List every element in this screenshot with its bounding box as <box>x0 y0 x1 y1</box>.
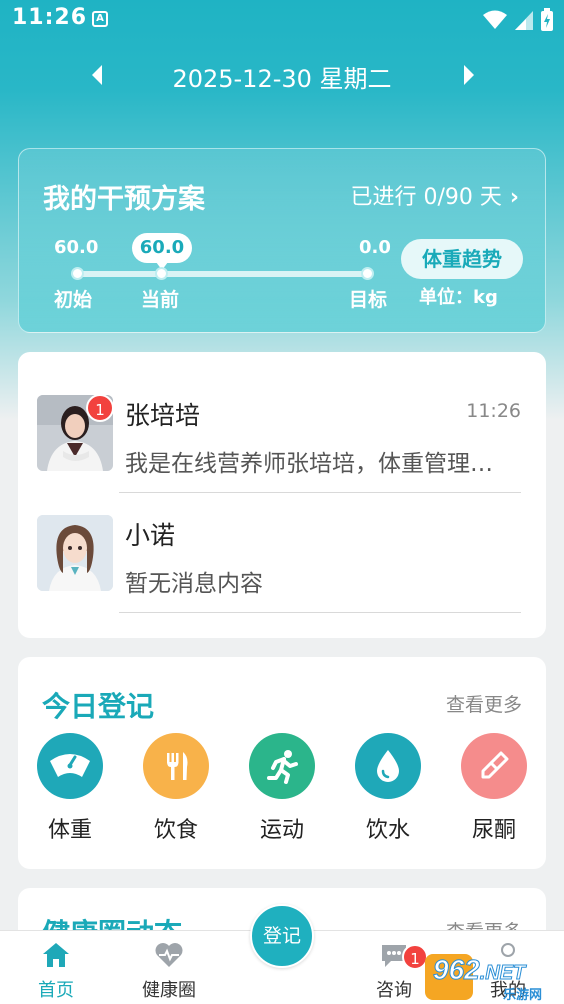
chat-name: 小诺 <box>125 521 176 550</box>
today-record-title: 今日登记 <box>42 690 155 723</box>
today-record-card: 今日登记 查看更多 体重 饮食 运动 饮水 尿酮 <box>18 657 546 869</box>
record-ketone-button[interactable]: 尿酮 <box>454 733 534 844</box>
weight-unit-label: 单位：kg <box>419 287 498 308</box>
watermark-subtext: 乐游网 <box>503 988 543 1003</box>
target-dot <box>361 267 374 280</box>
chat-item-zhang[interactable]: 1 张培培 11:26 我是在线营养师张培培，体重管理师，有什么问题可以问我 <box>18 352 546 493</box>
record-label: 饮食 <box>153 818 198 843</box>
signal-icon <box>515 11 533 30</box>
divider <box>119 612 521 613</box>
plan-title: 我的干预方案 <box>43 184 205 215</box>
register-button[interactable]: 登记 <box>250 904 314 968</box>
water-drop-icon <box>355 733 421 799</box>
target-label: 目标 <box>349 289 388 311</box>
site-watermark-logo: 962.NET 乐游网 <box>425 950 560 1003</box>
battery-icon <box>541 8 553 31</box>
current-weight-bubble: 60.0 <box>132 233 192 270</box>
scale-icon <box>37 733 103 799</box>
record-label: 饮水 <box>365 818 410 843</box>
nav-label: 健康圈 <box>142 980 196 1001</box>
chat-item-xiaonuo[interactable]: 小诺 暂无消息内容 <box>18 472 546 613</box>
test-strip-icon <box>461 733 527 799</box>
plan-progress-link[interactable]: 已进行 0/90 天 › <box>351 179 519 211</box>
avatar <box>37 515 113 591</box>
weight-progress-track <box>77 271 369 277</box>
chat-name: 张培培 <box>125 401 201 430</box>
status-icons <box>482 8 554 32</box>
chat-list-card: 1 张培培 11:26 我是在线营养师张培培，体重管理师，有什么问题可以问我 小… <box>18 352 546 638</box>
nav-label: 咨询 <box>376 980 412 1001</box>
current-label: 当前 <box>141 289 180 311</box>
record-label: 体重 <box>47 818 92 843</box>
nav-health-circle[interactable]: 健康圈 <box>129 941 209 1002</box>
notification-icon: A <box>92 11 108 27</box>
initial-dot <box>71 267 84 280</box>
chat-time: 11:26 <box>466 400 521 422</box>
watermark-text: 962.NET <box>433 954 526 986</box>
current-dot <box>155 267 168 280</box>
unread-badge: 1 <box>86 394 114 422</box>
heart-pulse-icon <box>155 943 183 967</box>
record-label: 尿酮 <box>471 818 516 843</box>
today-more-link[interactable]: 查看更多 <box>446 690 522 717</box>
target-weight-value: 0.0 <box>359 237 391 258</box>
nav-home[interactable]: 首页 <box>16 941 96 1002</box>
plan-progress-text: 已进行 0/90 天 <box>350 185 502 210</box>
date-navigation: 2025-12-30 星期二 <box>0 55 564 95</box>
chevron-right-icon: › <box>509 185 519 210</box>
status-bar: 11:26 A <box>0 0 564 40</box>
record-diet-button[interactable]: 饮食 <box>136 733 216 844</box>
fork-knife-icon <box>143 733 209 799</box>
status-time: 11:26 <box>12 5 88 30</box>
intervention-plan-card: 我的干预方案 已进行 0/90 天 › 60.0 60.0 0.0 初始 当前 目… <box>18 148 546 333</box>
initial-label: 初始 <box>54 289 93 311</box>
home-icon <box>43 943 69 967</box>
weight-trend-button[interactable]: 体重趋势 <box>401 239 523 279</box>
wifi-icon <box>483 10 507 29</box>
initial-weight-value: 60.0 <box>54 237 99 258</box>
running-icon <box>249 733 315 799</box>
record-weight-button[interactable]: 体重 <box>30 733 110 844</box>
record-label: 运动 <box>259 818 304 843</box>
record-exercise-button[interactable]: 运动 <box>242 733 322 844</box>
nav-label: 首页 <box>38 980 74 1001</box>
next-day-icon[interactable] <box>456 61 480 89</box>
record-water-button[interactable]: 饮水 <box>348 733 428 844</box>
assistant-avatar-icon <box>37 515 113 591</box>
chat-last-message: 暂无消息内容 <box>125 571 263 597</box>
